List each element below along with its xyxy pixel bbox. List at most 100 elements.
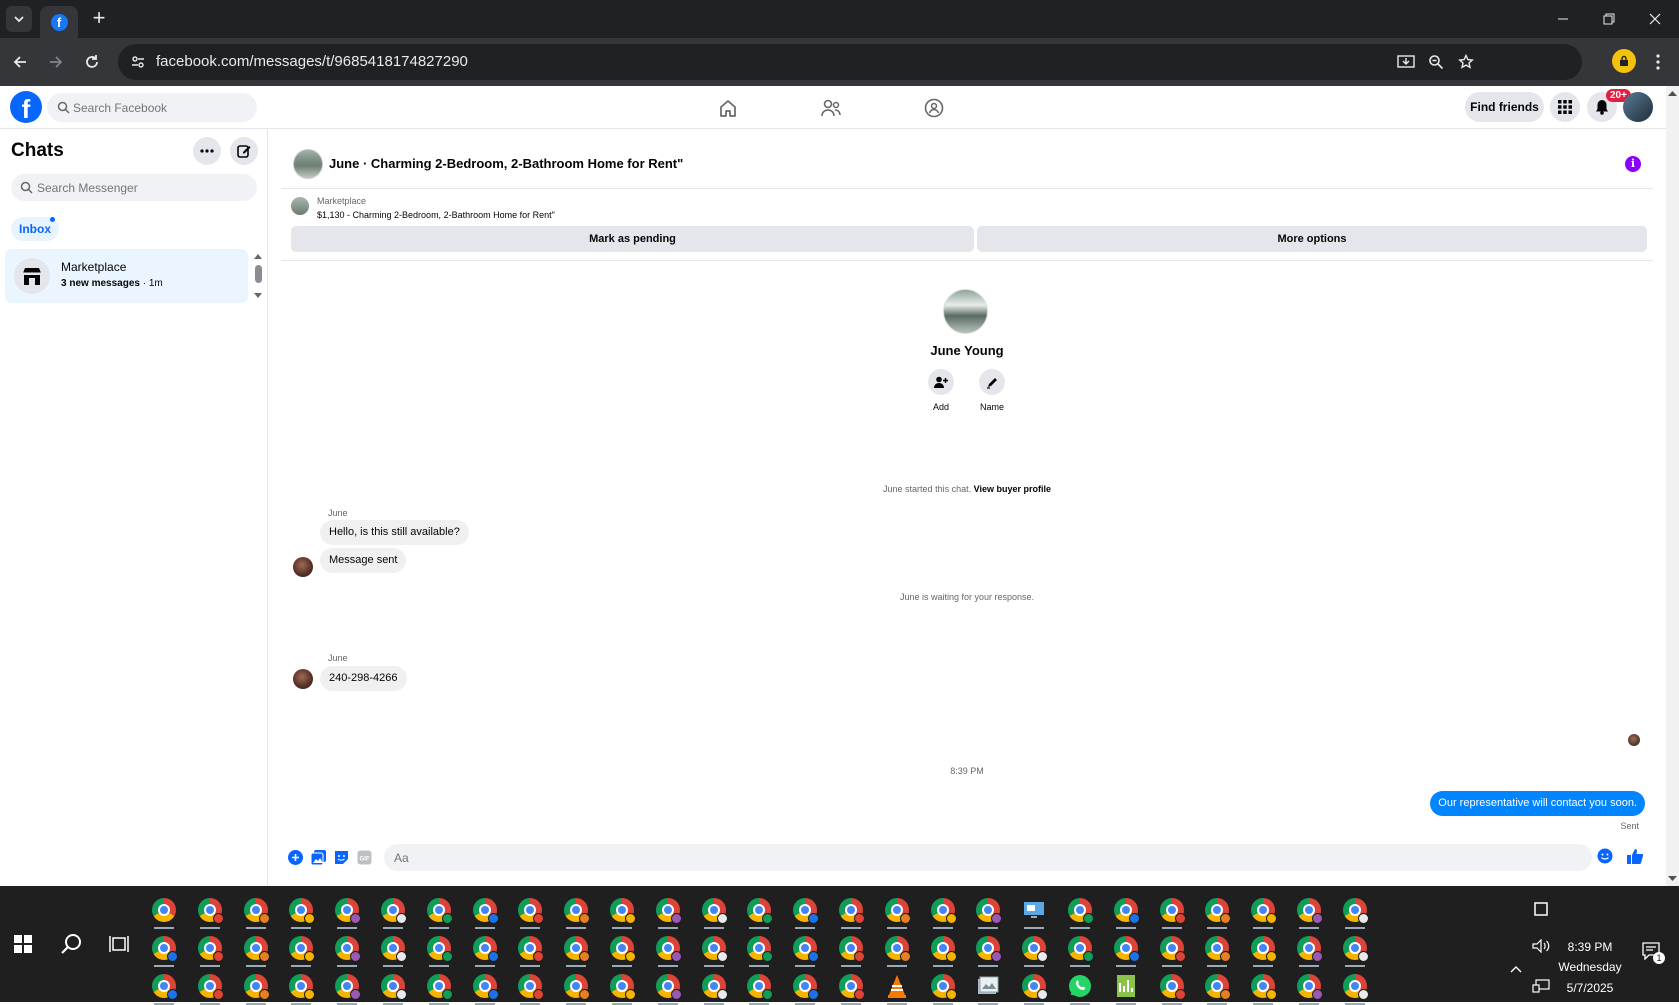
chrome-app-icon[interactable]: [377, 970, 409, 1005]
message-input[interactable]: [394, 844, 1494, 871]
vlc-app-icon[interactable]: [881, 970, 913, 1005]
chrome-app-icon[interactable]: [148, 894, 180, 929]
chrome-app-icon[interactable]: [881, 932, 913, 967]
taskbar-time[interactable]: 8:39 PM: [1538, 940, 1642, 954]
emoji-button[interactable]: [1597, 848, 1613, 864]
back-button[interactable]: [8, 50, 32, 74]
chrome-app-icon[interactable]: [835, 970, 867, 1005]
chrome-app-icon[interactable]: [194, 932, 226, 967]
nav-friends[interactable]: [818, 95, 844, 121]
chrome-app-icon[interactable]: [1156, 894, 1188, 929]
chrome-app-icon[interactable]: [743, 894, 775, 929]
notifications-center-button[interactable]: 1: [1638, 938, 1665, 964]
gif-button[interactable]: GIF: [356, 849, 372, 865]
chrome-app-icon[interactable]: [560, 894, 592, 929]
add-contact-button[interactable]: [928, 369, 954, 395]
scrollbar-thumb[interactable]: [255, 265, 262, 283]
chrome-app-icon[interactable]: [148, 932, 180, 967]
chrome-app-icon[interactable]: [1293, 970, 1325, 1005]
chrome-app-icon[interactable]: [240, 932, 272, 967]
more-options-button[interactable]: More options: [977, 226, 1647, 252]
chrome-app-icon[interactable]: [1018, 932, 1050, 967]
task-view-button[interactable]: [96, 886, 141, 1002]
chrome-app-icon[interactable]: [514, 970, 546, 1005]
chrome-app-icon[interactable]: [927, 970, 959, 1005]
remote-desktop-app-icon[interactable]: [1018, 894, 1050, 929]
browser-profile-button[interactable]: [1612, 49, 1636, 73]
chrome-app-icon[interactable]: [1293, 894, 1325, 929]
contact-avatar[interactable]: [943, 289, 988, 334]
sticker-button[interactable]: [333, 849, 349, 865]
chrome-app-icon[interactable]: [698, 970, 730, 1005]
taskbar-day[interactable]: Wednesday: [1538, 960, 1642, 974]
incoming-message[interactable]: 240-298-4266: [320, 666, 407, 691]
chrome-app-icon[interactable]: [652, 894, 684, 929]
thread-avatar[interactable]: [293, 149, 323, 179]
more-actions-button[interactable]: [287, 849, 303, 865]
chrome-app-icon[interactable]: [789, 970, 821, 1005]
chrome-app-icon[interactable]: [240, 894, 272, 929]
chrome-app-icon[interactable]: [514, 932, 546, 967]
url-text[interactable]: facebook.com/messages/t/9685418174827290: [156, 53, 468, 70]
chrome-app-icon[interactable]: [1247, 970, 1279, 1005]
facebook-logo[interactable]: f: [10, 91, 42, 123]
chrome-app-icon[interactable]: [560, 970, 592, 1005]
chrome-app-icon[interactable]: [514, 894, 546, 929]
attach-media-button[interactable]: [310, 849, 326, 865]
browser-menu-button[interactable]: [1648, 50, 1668, 74]
chrome-app-icon[interactable]: [194, 970, 226, 1005]
chrome-app-icon[interactable]: [1201, 932, 1233, 967]
chrome-app-icon[interactable]: [652, 970, 684, 1005]
find-friends-button[interactable]: Find friends: [1465, 92, 1544, 122]
search-taskbar-button[interactable]: [48, 886, 93, 1002]
listing-description[interactable]: $1,130 - Charming 2-Bedroom, 2-Bathroom …: [317, 210, 555, 220]
chrome-app-icon[interactable]: [1156, 932, 1188, 967]
chrome-app-icon[interactable]: [285, 894, 317, 929]
chrome-app-icon[interactable]: [1110, 894, 1142, 929]
forward-button[interactable]: [44, 50, 68, 74]
chrome-app-icon[interactable]: [789, 894, 821, 929]
site-info-button[interactable]: [128, 52, 148, 72]
chrome-app-icon[interactable]: [469, 970, 501, 1005]
page-scrollbar[interactable]: [1666, 86, 1679, 886]
new-message-button[interactable]: [230, 137, 258, 165]
chrome-app-icon[interactable]: [423, 932, 455, 967]
sender-avatar[interactable]: [293, 669, 313, 689]
chrome-app-icon[interactable]: [148, 970, 180, 1005]
chrome-app-icon[interactable]: [1201, 894, 1233, 929]
start-button[interactable]: [0, 886, 45, 1002]
chrome-app-icon[interactable]: [331, 970, 363, 1005]
listing-thumbnail[interactable]: [291, 197, 309, 215]
chrome-app-icon[interactable]: [377, 894, 409, 929]
action-center-pin[interactable]: [1529, 899, 1553, 919]
conversation-info-button[interactable]: i: [1625, 156, 1641, 172]
view-buyer-profile-link[interactable]: View buyer profile: [974, 484, 1051, 494]
thread-title[interactable]: June · Charming 2-Bedroom, 2-Bathroom Ho…: [329, 156, 683, 171]
edit-name-button[interactable]: [979, 369, 1005, 395]
sender-avatar[interactable]: [293, 557, 313, 577]
chrome-app-icon[interactable]: [1064, 894, 1096, 929]
chat-options-button[interactable]: [193, 137, 221, 165]
taskbar-date[interactable]: 5/7/2025: [1538, 981, 1642, 995]
message-input-box[interactable]: [384, 844, 1592, 871]
chrome-app-icon[interactable]: [285, 932, 317, 967]
chat-list-item[interactable]: Marketplace 3 new messages · 1m: [5, 249, 248, 303]
incoming-message[interactable]: Hello, is this still available?: [320, 520, 469, 545]
chrome-app-icon[interactable]: [698, 932, 730, 967]
chrome-app-icon[interactable]: [1339, 894, 1371, 929]
chrome-app-icon[interactable]: [606, 894, 638, 929]
chrome-app-icon[interactable]: [606, 932, 638, 967]
nav-groups[interactable]: [921, 95, 947, 121]
facebook-search-input[interactable]: [73, 93, 248, 122]
chrome-app-icon[interactable]: [927, 932, 959, 967]
chrome-app-icon[interactable]: [1339, 970, 1371, 1005]
like-button[interactable]: [1627, 848, 1643, 864]
chrome-app-icon[interactable]: [423, 970, 455, 1005]
chrome-app-icon[interactable]: [972, 932, 1004, 967]
chrome-app-icon[interactable]: [285, 970, 317, 1005]
chrome-app-icon[interactable]: [698, 894, 730, 929]
chrome-app-icon[interactable]: [927, 894, 959, 929]
chrome-app-icon[interactable]: [835, 932, 867, 967]
chrome-app-icon[interactable]: [194, 894, 226, 929]
chrome-app-icon[interactable]: [972, 894, 1004, 929]
